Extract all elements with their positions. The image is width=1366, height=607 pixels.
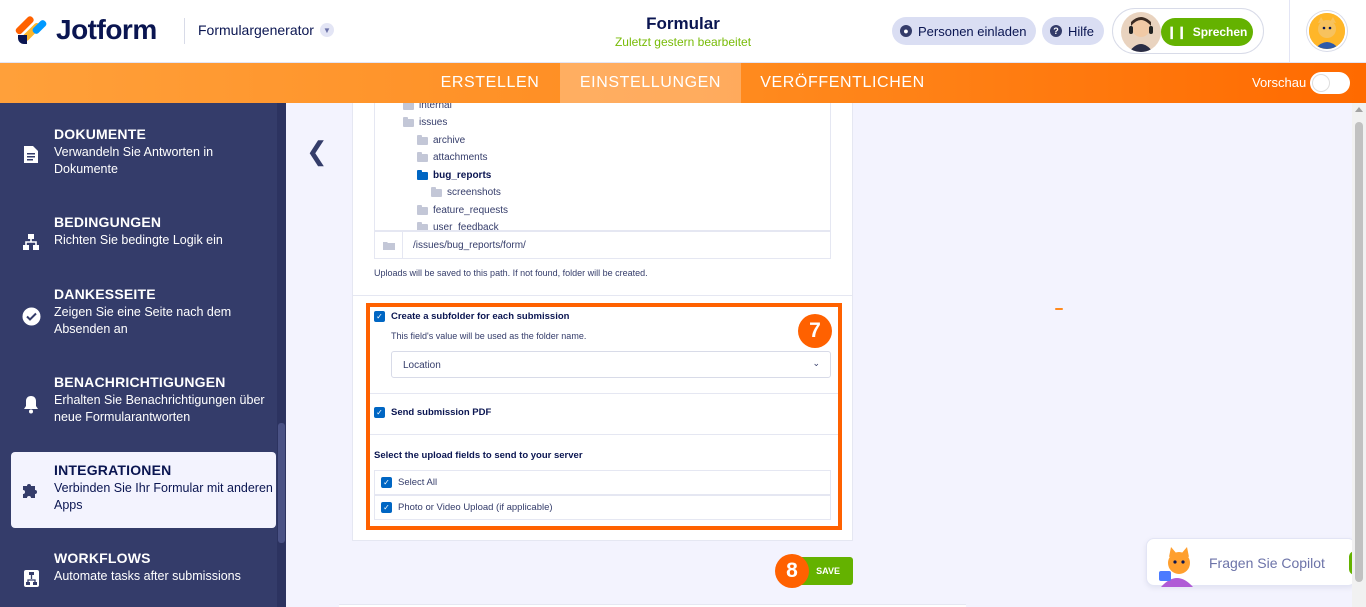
sidebar-item-title: BENACHRICHTIGUNGEN bbox=[54, 374, 226, 390]
jotform-logo[interactable]: Jotform bbox=[14, 14, 157, 46]
folder-screenshots[interactable]: screenshots bbox=[431, 186, 501, 198]
header-divider bbox=[184, 18, 185, 44]
speak-label: Sprechen bbox=[1192, 25, 1248, 39]
help-button[interactable]: ? Hilfe bbox=[1042, 17, 1105, 45]
folder-icon bbox=[417, 221, 428, 230]
chevron-down-icon: ▼ bbox=[319, 23, 334, 37]
ai-agent-widget: ❙❙ Sprechen bbox=[1112, 8, 1264, 54]
upload-path-field[interactable]: /issues/bug_reports/form/ bbox=[374, 231, 831, 259]
agent-avatar bbox=[1121, 12, 1161, 52]
folder-label: attachments bbox=[433, 152, 488, 163]
folder-bug-reports[interactable]: bug_reports bbox=[417, 169, 492, 181]
upload-path-value: /issues/bug_reports/form/ bbox=[413, 240, 526, 251]
step-badge-7: 7 bbox=[798, 314, 832, 348]
folder-archive[interactable]: archive bbox=[417, 134, 466, 146]
speak-button[interactable]: ❙❙ Sprechen bbox=[1161, 18, 1253, 46]
save-label: SAVE bbox=[816, 566, 840, 576]
main-scrollbar[interactable] bbox=[1352, 103, 1366, 607]
folder-icon bbox=[375, 232, 403, 258]
tab-veroeffentlichen[interactable]: VERÖFFENTLICHEN bbox=[741, 63, 944, 103]
top-header: Jotform Formulargenerator ▼ Formular Zul… bbox=[0, 0, 1366, 63]
logo-text: Jotform bbox=[56, 14, 157, 45]
sidebar-scrollbar[interactable] bbox=[277, 103, 286, 607]
folder-icon bbox=[417, 151, 428, 162]
folder-icon bbox=[417, 169, 428, 180]
sidebar-item-workflows[interactable]: WORKFLOWS Automate tasks after submissio… bbox=[11, 540, 276, 607]
folder-icon bbox=[403, 116, 414, 127]
back-arrow-icon[interactable]: ❮ bbox=[306, 138, 328, 164]
form-generator-label: Formulargenerator bbox=[198, 22, 314, 38]
folder-feature-requests[interactable]: feature_requests bbox=[417, 204, 509, 216]
check-circle-icon bbox=[21, 306, 41, 326]
folder-icon bbox=[431, 186, 442, 197]
copilot-button[interactable]: Fragen Sie Copilot bbox=[1146, 538, 1361, 587]
folder-label: screenshots bbox=[447, 187, 501, 198]
folder-icon bbox=[403, 103, 414, 110]
folder-label: feature_requests bbox=[433, 205, 509, 216]
sidebar-item-title: BEDINGUNGEN bbox=[54, 214, 162, 230]
sidebar-item-title: INTEGRATIONEN bbox=[54, 462, 172, 478]
document-icon bbox=[21, 144, 41, 164]
folder-label: internal bbox=[419, 103, 452, 111]
divider bbox=[352, 295, 853, 296]
person-icon: ● bbox=[900, 25, 912, 37]
form-generator-dropdown[interactable]: Formulargenerator ▼ bbox=[198, 22, 334, 38]
user-avatar[interactable] bbox=[1307, 11, 1347, 51]
folder-internal[interactable]: internal bbox=[403, 103, 452, 111]
sidebar-item-desc: Verwandeln Sie Antworten in Dokumente bbox=[54, 145, 214, 176]
settings-sidebar: DOKUMENTE Verwandeln Sie Antworten in Do… bbox=[0, 103, 286, 607]
preview-label: Vorschau bbox=[1252, 75, 1307, 90]
sidebar-item-dokumente[interactable]: DOKUMENTE Verwandeln Sie Antworten in Do… bbox=[11, 116, 276, 192]
folder-tree: internal issues archive attachments bug_… bbox=[374, 103, 831, 231]
sidebar-item-dankesseite[interactable]: DANKESSEITE Zeigen Sie eine Seite nach d… bbox=[11, 276, 276, 356]
sidebar-item-integrationen[interactable]: INTEGRATIONEN Verbinden Sie Ihr Formular… bbox=[11, 452, 276, 528]
copilot-label: Fragen Sie Copilot bbox=[1209, 555, 1325, 571]
sidebar-item-desc: Verbinden Sie Ihr Formular mit anderen A… bbox=[54, 481, 273, 512]
tab-erstellen[interactable]: ERSTELLEN bbox=[420, 63, 560, 103]
folder-label: archive bbox=[433, 135, 466, 146]
orange-mark bbox=[1055, 308, 1063, 310]
builder-nav-bar: ERSTELLEN EINSTELLUNGEN VERÖFFENTLICHEN … bbox=[0, 63, 1366, 103]
copilot-avatar bbox=[1155, 543, 1199, 587]
folder-label: user_feedback bbox=[433, 222, 499, 231]
puzzle-icon bbox=[21, 480, 41, 500]
invite-people-button[interactable]: ● Personen einladen bbox=[892, 17, 1037, 45]
sidebar-item-bedingungen[interactable]: BEDINGUNGEN Richten Sie bedingte Logik e… bbox=[11, 204, 276, 280]
voice-wave-icon: ❙❙ bbox=[1166, 25, 1187, 39]
folder-icon bbox=[417, 134, 428, 145]
upload-path-hint: Uploads will be saved to this path. If n… bbox=[374, 268, 648, 278]
help-label: Hilfe bbox=[1068, 23, 1095, 39]
folder-label: bug_reports bbox=[433, 170, 492, 181]
workflow-icon bbox=[21, 568, 41, 588]
sidebar-scroll-thumb[interactable] bbox=[278, 423, 285, 543]
main-scroll-thumb[interactable] bbox=[1355, 122, 1363, 582]
sidebar-item-title: WORKFLOWS bbox=[54, 550, 151, 566]
folder-attachments[interactable]: attachments bbox=[417, 151, 488, 163]
bell-icon bbox=[21, 394, 41, 414]
sidebar-item-desc: Erhalten Sie Benachrichtigungen über neu… bbox=[54, 393, 265, 424]
toggle-knob bbox=[1313, 75, 1329, 91]
sidebar-item-desc: Zeigen Sie eine Seite nach dem Absenden … bbox=[54, 305, 232, 336]
header-divider-right bbox=[1289, 0, 1290, 63]
preview-toggle[interactable] bbox=[1310, 72, 1350, 94]
folder-user-feedback[interactable]: user_feedback bbox=[417, 221, 499, 231]
sidebar-item-title: DANKESSEITE bbox=[54, 286, 156, 302]
folder-icon bbox=[417, 204, 428, 215]
sidebar-item-desc: Richten Sie bedingte Logik ein bbox=[54, 233, 223, 247]
conditions-icon bbox=[21, 232, 41, 252]
folder-label: issues bbox=[419, 117, 448, 128]
highlight-frame bbox=[366, 303, 842, 530]
tab-einstellungen[interactable]: EINSTELLUNGEN bbox=[560, 63, 741, 103]
step-badge-8: 8 bbox=[775, 554, 809, 588]
jotform-logo-icon bbox=[14, 15, 48, 45]
folder-issues[interactable]: issues bbox=[403, 116, 448, 128]
sidebar-item-desc: Automate tasks after submissions bbox=[54, 569, 241, 583]
sidebar-item-title: DOKUMENTE bbox=[54, 126, 147, 142]
sidebar-item-benachrichtigungen[interactable]: BENACHRICHTIGUNGEN Erhalten Sie Benachri… bbox=[11, 364, 276, 444]
scroll-up-icon[interactable] bbox=[1355, 107, 1363, 112]
invite-label: Personen einladen bbox=[918, 23, 1027, 39]
help-icon: ? bbox=[1050, 25, 1062, 37]
